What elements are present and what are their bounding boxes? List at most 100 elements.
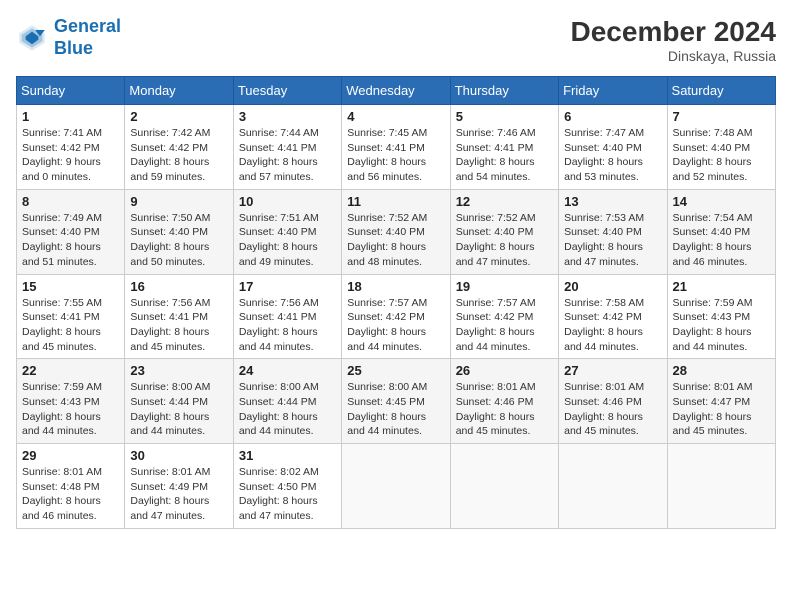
calendar-cell	[667, 444, 775, 529]
day-number: 9	[130, 194, 227, 209]
weekday-header-row: SundayMondayTuesdayWednesdayThursdayFrid…	[17, 77, 776, 105]
logo-text: General Blue	[54, 16, 121, 59]
calendar-cell	[559, 444, 667, 529]
calendar-cell: 19 Sunrise: 7:57 AMSunset: 4:42 PMDayligh…	[450, 274, 558, 359]
day-info: Sunrise: 7:56 AMSunset: 4:41 PMDaylight:…	[130, 296, 227, 355]
day-info: Sunrise: 7:44 AMSunset: 4:41 PMDaylight:…	[239, 126, 336, 185]
day-number: 19	[456, 279, 553, 294]
calendar-cell	[450, 444, 558, 529]
day-info: Sunrise: 7:57 AMSunset: 4:42 PMDaylight:…	[347, 296, 444, 355]
day-info: Sunrise: 8:00 AMSunset: 4:45 PMDaylight:…	[347, 380, 444, 439]
day-number: 17	[239, 279, 336, 294]
calendar-cell: 23 Sunrise: 8:00 AMSunset: 4:44 PMDayligh…	[125, 359, 233, 444]
day-info: Sunrise: 7:42 AMSunset: 4:42 PMDaylight:…	[130, 126, 227, 185]
day-info: Sunrise: 7:41 AMSunset: 4:42 PMDaylight:…	[22, 126, 119, 185]
calendar-cell: 22 Sunrise: 7:59 AMSunset: 4:43 PMDayligh…	[17, 359, 125, 444]
location: Dinskaya, Russia	[571, 48, 776, 64]
day-number: 24	[239, 363, 336, 378]
calendar-cell: 2 Sunrise: 7:42 AMSunset: 4:42 PMDaylight…	[125, 105, 233, 190]
day-number: 2	[130, 109, 227, 124]
calendar-header: SundayMondayTuesdayWednesdayThursdayFrid…	[17, 77, 776, 105]
day-number: 7	[673, 109, 770, 124]
calendar-cell: 30 Sunrise: 8:01 AMSunset: 4:49 PMDayligh…	[125, 444, 233, 529]
day-info: Sunrise: 8:02 AMSunset: 4:50 PMDaylight:…	[239, 465, 336, 524]
calendar-cell: 26Sunrise: 8:01 AMSunset: 4:46 PMDayligh…	[450, 359, 558, 444]
calendar-cell: 8 Sunrise: 7:49 AMSunset: 4:40 PMDaylight…	[17, 189, 125, 274]
calendar-cell: 29Sunrise: 8:01 AMSunset: 4:48 PMDayligh…	[17, 444, 125, 529]
calendar-cell: 3 Sunrise: 7:44 AMSunset: 4:41 PMDaylight…	[233, 105, 341, 190]
title-block: December 2024 Dinskaya, Russia	[571, 16, 776, 64]
day-number: 21	[673, 279, 770, 294]
calendar-table: SundayMondayTuesdayWednesdayThursdayFrid…	[16, 76, 776, 529]
calendar-cell: 14Sunrise: 7:54 AMSunset: 4:40 PMDayligh…	[667, 189, 775, 274]
weekday-header: Wednesday	[342, 77, 450, 105]
day-info: Sunrise: 7:52 AMSunset: 4:40 PMDaylight:…	[456, 211, 553, 270]
calendar-cell: 18 Sunrise: 7:57 AMSunset: 4:42 PMDayligh…	[342, 274, 450, 359]
calendar-cell: 11Sunrise: 7:52 AMSunset: 4:40 PMDayligh…	[342, 189, 450, 274]
day-info: Sunrise: 8:01 AMSunset: 4:49 PMDaylight:…	[130, 465, 227, 524]
day-info: Sunrise: 8:00 AMSunset: 4:44 PMDaylight:…	[130, 380, 227, 439]
calendar-cell: 6Sunrise: 7:47 AMSunset: 4:40 PMDaylight…	[559, 105, 667, 190]
day-number: 1	[22, 109, 119, 124]
day-number: 25	[347, 363, 444, 378]
calendar-week-row: 1 Sunrise: 7:41 AMSunset: 4:42 PMDaylight…	[17, 105, 776, 190]
day-info: Sunrise: 7:59 AMSunset: 4:43 PMDaylight:…	[22, 380, 119, 439]
weekday-header: Tuesday	[233, 77, 341, 105]
weekday-header: Thursday	[450, 77, 558, 105]
day-number: 28	[673, 363, 770, 378]
day-info: Sunrise: 7:57 AMSunset: 4:42 PMDaylight:…	[456, 296, 553, 355]
day-info: Sunrise: 7:48 AMSunset: 4:40 PMDaylight:…	[673, 126, 770, 185]
day-info: Sunrise: 8:01 AMSunset: 4:46 PMDaylight:…	[564, 380, 661, 439]
day-number: 30	[130, 448, 227, 463]
calendar-week-row: 15 Sunrise: 7:55 AMSunset: 4:41 PMDayligh…	[17, 274, 776, 359]
calendar-cell: 15 Sunrise: 7:55 AMSunset: 4:41 PMDayligh…	[17, 274, 125, 359]
calendar-cell: 27 Sunrise: 8:01 AMSunset: 4:46 PMDayligh…	[559, 359, 667, 444]
day-info: Sunrise: 7:51 AMSunset: 4:40 PMDaylight:…	[239, 211, 336, 270]
day-number: 6	[564, 109, 661, 124]
calendar-cell: 25 Sunrise: 8:00 AMSunset: 4:45 PMDayligh…	[342, 359, 450, 444]
day-info: Sunrise: 7:46 AMSunset: 4:41 PMDaylight:…	[456, 126, 553, 185]
calendar-week-row: 29Sunrise: 8:01 AMSunset: 4:48 PMDayligh…	[17, 444, 776, 529]
calendar-cell: 4Sunrise: 7:45 AMSunset: 4:41 PMDaylight…	[342, 105, 450, 190]
day-number: 27	[564, 363, 661, 378]
weekday-header: Sunday	[17, 77, 125, 105]
month-title: December 2024	[571, 16, 776, 48]
day-number: 4	[347, 109, 444, 124]
calendar-cell: 1 Sunrise: 7:41 AMSunset: 4:42 PMDaylight…	[17, 105, 125, 190]
calendar-cell: 7 Sunrise: 7:48 AMSunset: 4:40 PMDaylight…	[667, 105, 775, 190]
calendar-cell: 24 Sunrise: 8:00 AMSunset: 4:44 PMDayligh…	[233, 359, 341, 444]
day-number: 8	[22, 194, 119, 209]
calendar-cell: 9 Sunrise: 7:50 AMSunset: 4:40 PMDaylight…	[125, 189, 233, 274]
day-info: Sunrise: 8:00 AMSunset: 4:44 PMDaylight:…	[239, 380, 336, 439]
day-number: 22	[22, 363, 119, 378]
calendar-cell: 16Sunrise: 7:56 AMSunset: 4:41 PMDayligh…	[125, 274, 233, 359]
day-info: Sunrise: 7:56 AMSunset: 4:41 PMDaylight:…	[239, 296, 336, 355]
day-number: 20	[564, 279, 661, 294]
day-info: Sunrise: 7:58 AMSunset: 4:42 PMDaylight:…	[564, 296, 661, 355]
calendar-cell: 12 Sunrise: 7:52 AMSunset: 4:40 PMDayligh…	[450, 189, 558, 274]
calendar-cell: 13Sunrise: 7:53 AMSunset: 4:40 PMDayligh…	[559, 189, 667, 274]
day-info: Sunrise: 7:54 AMSunset: 4:40 PMDaylight:…	[673, 211, 770, 270]
calendar-cell: 5 Sunrise: 7:46 AMSunset: 4:41 PMDaylight…	[450, 105, 558, 190]
day-number: 29	[22, 448, 119, 463]
logo-icon	[16, 22, 48, 54]
page-header: General Blue December 2024 Dinskaya, Rus…	[16, 16, 776, 64]
day-number: 12	[456, 194, 553, 209]
calendar-body: 1 Sunrise: 7:41 AMSunset: 4:42 PMDaylight…	[17, 105, 776, 529]
weekday-header: Saturday	[667, 77, 775, 105]
day-number: 23	[130, 363, 227, 378]
day-number: 3	[239, 109, 336, 124]
calendar-week-row: 22 Sunrise: 7:59 AMSunset: 4:43 PMDayligh…	[17, 359, 776, 444]
day-number: 18	[347, 279, 444, 294]
day-number: 5	[456, 109, 553, 124]
day-number: 15	[22, 279, 119, 294]
day-number: 10	[239, 194, 336, 209]
day-info: Sunrise: 7:50 AMSunset: 4:40 PMDaylight:…	[130, 211, 227, 270]
day-info: Sunrise: 8:01 AMSunset: 4:47 PMDaylight:…	[673, 380, 770, 439]
day-info: Sunrise: 7:55 AMSunset: 4:41 PMDaylight:…	[22, 296, 119, 355]
day-info: Sunrise: 7:49 AMSunset: 4:40 PMDaylight:…	[22, 211, 119, 270]
calendar-cell: 10 Sunrise: 7:51 AMSunset: 4:40 PMDayligh…	[233, 189, 341, 274]
day-info: Sunrise: 7:59 AMSunset: 4:43 PMDaylight:…	[673, 296, 770, 355]
day-number: 11	[347, 194, 444, 209]
calendar-cell: 31Sunrise: 8:02 AMSunset: 4:50 PMDayligh…	[233, 444, 341, 529]
